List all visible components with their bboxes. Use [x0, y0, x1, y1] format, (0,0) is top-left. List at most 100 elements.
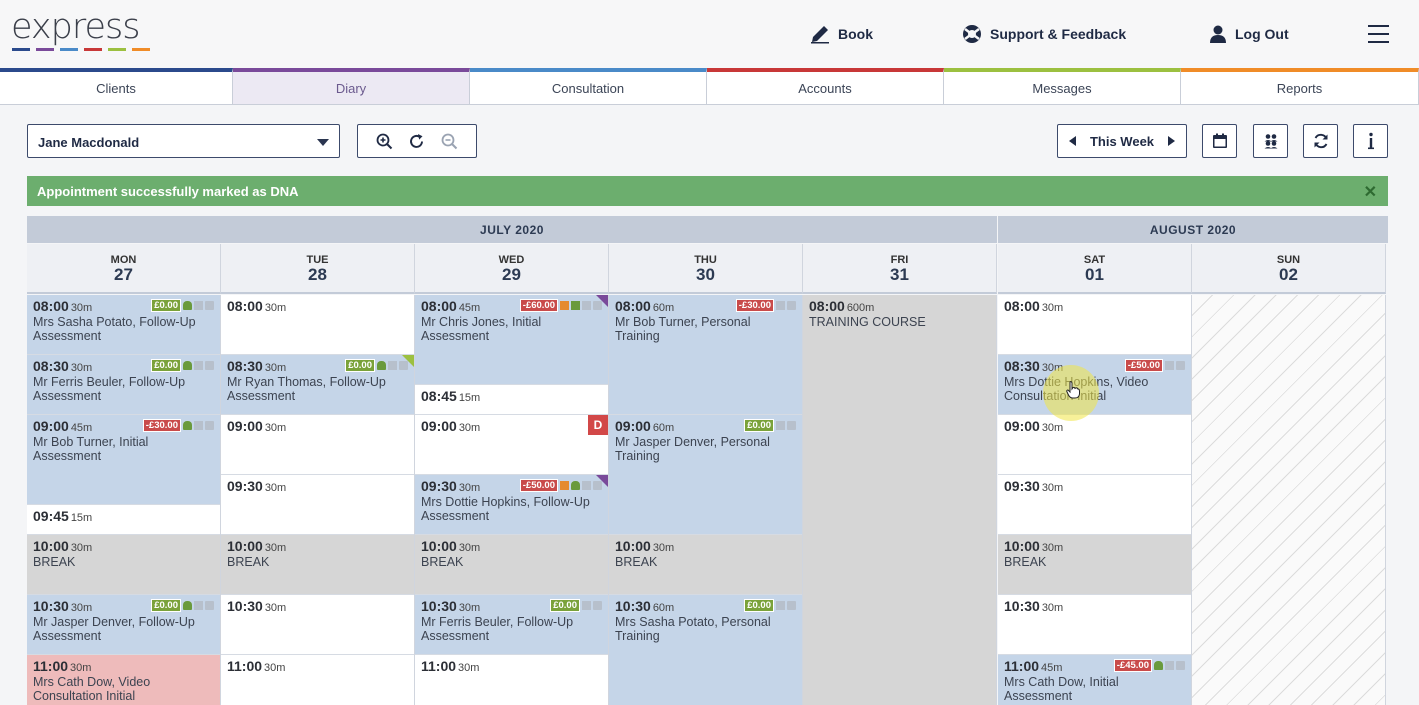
day-column[interactable]: 08:00 30m 08:30 30m Mr Ryan Thomas, Follow-U…: [221, 295, 415, 705]
day-column[interactable]: 08:00 30m 08:30 30m Mrs Dottie Hopkins, Vide…: [998, 295, 1192, 705]
tab-diary[interactable]: Diary: [233, 68, 470, 105]
tab-consultation[interactable]: Consultation: [470, 68, 707, 105]
empty-slot[interactable]: 10:30 30m: [221, 595, 414, 655]
break-slot[interactable]: 10:00 30m BREAK: [609, 535, 802, 595]
hand-cursor-icon: [1066, 381, 1080, 399]
reset-zoom-icon[interactable]: [408, 133, 425, 150]
empty-slot[interactable]: 08:00 30m: [998, 295, 1191, 355]
info-button[interactable]: [1353, 124, 1388, 158]
zoom-out-icon[interactable]: [441, 133, 458, 150]
tab-clients[interactable]: Clients: [0, 68, 233, 105]
refresh-button[interactable]: [1303, 124, 1338, 158]
slot-time: 08:00: [1004, 298, 1040, 314]
empty-slot[interactable]: 09:00 30m: [221, 415, 414, 475]
logout-button[interactable]: Log Out: [1209, 24, 1289, 44]
empty-slot[interactable]: 08:45 15m: [415, 385, 608, 415]
empty-slot[interactable]: 09:00 30m: [998, 415, 1191, 475]
day-header[interactable]: WED 29: [415, 244, 609, 294]
empty-slot[interactable]: 08:00 30m: [221, 295, 414, 355]
group-users-icon: [1264, 134, 1277, 149]
book-button[interactable]: Book: [810, 24, 873, 44]
day-column[interactable]: 08:00 30m Mrs Sasha Potato, Follow-Up Asse…: [27, 295, 221, 705]
slot-time: 10:00: [33, 538, 69, 554]
support-feedback-button[interactable]: Support & Feedback: [962, 24, 1126, 44]
slot-duration: 30m: [264, 422, 287, 434]
appointment-name: BREAK: [421, 555, 464, 569]
empty-slot[interactable]: 11:00 30m: [415, 655, 608, 705]
slot-duration: 30m: [1041, 542, 1064, 554]
day-column-unavailable[interactable]: [1192, 295, 1386, 705]
slot-time: 10:30: [33, 598, 69, 614]
appointment[interactable]: 10:30 30m Mr Ferris Beuler, Follow-Up Asse…: [415, 595, 608, 655]
empty-slot[interactable]: 09:45 15m: [27, 505, 220, 535]
appointment[interactable]: 08:00 600m TRAINING COURSE: [803, 295, 996, 705]
previous-week-icon[interactable]: [1069, 136, 1076, 146]
day-date: 01: [1085, 265, 1104, 284]
slot-duration: 30m: [1041, 602, 1064, 614]
tab-reports[interactable]: Reports: [1181, 68, 1419, 105]
close-icon[interactable]: ✕: [1364, 182, 1377, 202]
dna-badge[interactable]: D: [588, 415, 608, 435]
slot-duration: 60m: [652, 422, 675, 434]
appointment[interactable]: 11:00 45m Mrs Cath Dow, Initial Assessment…: [998, 655, 1191, 705]
appointment[interactable]: 08:30 30m Mr Ryan Thomas, Follow-Up Assess…: [221, 355, 414, 415]
group-view-button[interactable]: [1253, 124, 1288, 158]
this-week-button[interactable]: This Week: [1090, 134, 1154, 149]
appointment[interactable]: 08:30 30m Mr Ferris Beuler, Follow-Up Asse…: [27, 355, 220, 415]
day-date: 29: [502, 265, 521, 284]
empty-slot[interactable]: 10:30 30m: [998, 595, 1191, 655]
empty-slot[interactable]: 11:00 30m: [221, 655, 414, 705]
break-slot[interactable]: 10:00 30m BREAK: [27, 535, 220, 595]
day-header[interactable]: TUE 28: [221, 244, 415, 294]
tab-messages[interactable]: Messages: [944, 68, 1181, 105]
empty-slot[interactable]: 09:30 30m: [221, 475, 414, 535]
day-column[interactable]: 08:00 45m Mr Chris Jones, Initial Assessme…: [415, 295, 609, 705]
appointment-name: Mr Ryan Thomas, Follow-Up Assessment: [227, 375, 386, 403]
empty-slot[interactable]: 09:30 30m: [998, 475, 1191, 535]
day-header[interactable]: MON 27: [27, 244, 221, 294]
slot-duration: 30m: [264, 542, 287, 554]
hamburger-menu-icon[interactable]: [1368, 25, 1389, 49]
day-header[interactable]: THU 30: [609, 244, 803, 294]
support-label: Support & Feedback: [990, 26, 1127, 42]
appointment-name: Mrs Sasha Potato, Personal Training: [615, 615, 771, 643]
day-column[interactable]: 08:00 600m TRAINING COURSE: [803, 295, 997, 705]
appointment[interactable]: 11:00 30m Mrs Cath Dow, Video Consultation…: [27, 655, 220, 705]
balance-badge: -£50.00: [519, 479, 558, 492]
slot-time: 11:00: [1004, 658, 1040, 674]
slot-duration: 15m: [458, 392, 481, 404]
logo-stripe: [108, 48, 126, 51]
appointment[interactable]: 09:00 60m Mr Jasper Denver, Personal Train…: [609, 415, 802, 535]
appointment[interactable]: 09:30 30m Mrs Dottie Hopkins, Follow-Up As…: [415, 475, 608, 535]
month-header: AUGUST 2020: [998, 216, 1388, 243]
zoom-in-icon[interactable]: [376, 133, 393, 150]
day-header[interactable]: FRI 31: [803, 244, 997, 294]
break-slot[interactable]: 10:00 30m BREAK: [221, 535, 414, 595]
next-week-icon[interactable]: [1168, 136, 1175, 146]
balance-badge: -£30.00: [735, 299, 774, 312]
appointment[interactable]: 09:00 45m Mr Bob Turner, Initial Assessmen…: [27, 415, 220, 505]
list-icon: [194, 421, 203, 430]
appointment[interactable]: 08:00 60m Mr Bob Turner, Personal Training…: [609, 295, 802, 415]
express-logo[interactable]: express: [11, 8, 140, 46]
appointment[interactable]: 08:30 30m Mrs Dottie Hopkins, Video Consul…: [998, 355, 1191, 415]
day-column[interactable]: 08:00 60m Mr Bob Turner, Personal Training…: [609, 295, 803, 705]
person-icon: [183, 301, 192, 310]
day-header[interactable]: SUN 02: [1192, 244, 1386, 294]
slot-time: 08:30: [1004, 358, 1040, 374]
appointment[interactable]: 08:00 30m Mrs Sasha Potato, Follow-Up Asse…: [27, 295, 220, 355]
day-header[interactable]: SAT 01: [998, 244, 1192, 294]
appointment[interactable]: 08:00 45m Mr Chris Jones, Initial Assessme…: [415, 295, 608, 385]
practitioner-select[interactable]: Jane Macdonald: [27, 124, 340, 158]
break-slot[interactable]: 10:00 30m BREAK: [998, 535, 1191, 595]
appointment[interactable]: 10:30 30m Mr Jasper Denver, Follow-Up Asse…: [27, 595, 220, 655]
calendar-view-button[interactable]: [1202, 124, 1237, 158]
appointment[interactable]: 10:30 60m Mrs Sasha Potato, Personal Train…: [609, 595, 802, 705]
break-slot[interactable]: 10:00 30m BREAK: [415, 535, 608, 595]
empty-slot[interactable]: 09:00 30m D: [415, 415, 608, 475]
doc-icon: [205, 361, 214, 370]
pencil-icon: [811, 26, 829, 44]
day-date: 27: [114, 265, 133, 284]
list-icon: [776, 301, 785, 310]
tab-accounts[interactable]: Accounts: [707, 68, 944, 105]
